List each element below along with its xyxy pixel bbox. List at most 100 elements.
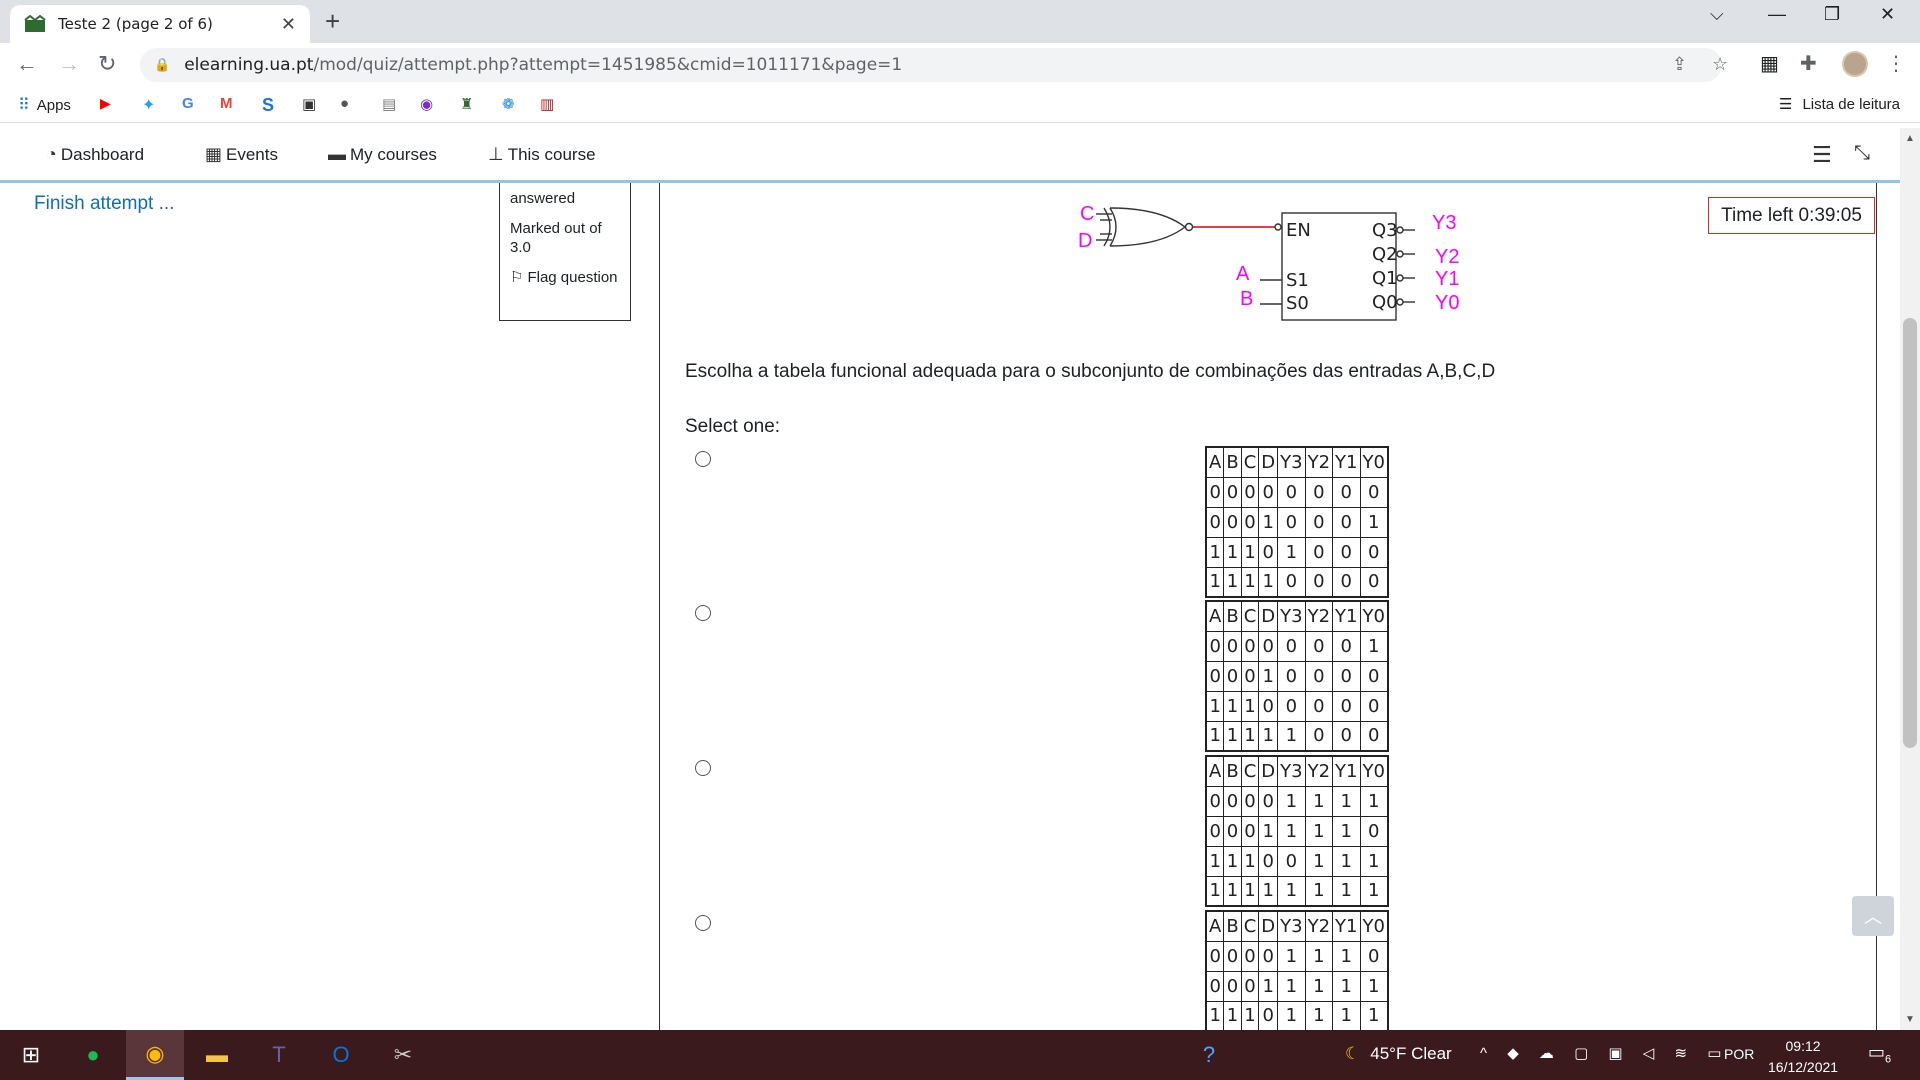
reload-icon[interactable]: ↻ (98, 51, 116, 77)
scroll-up-icon[interactable]: ▲ (1905, 133, 1915, 144)
extensions-puzzle-icon[interactable]: ✚ (1800, 51, 1817, 76)
truth-table-cell: 0 (1205, 506, 1225, 538)
nav-this-course[interactable]: ⊥ This course (488, 144, 596, 165)
truth-table-cell: 0 (1240, 506, 1260, 538)
option-radio-2[interactable] (695, 605, 711, 621)
truth-table-cell: 1 (1332, 970, 1361, 1002)
output-y1-label: Y1 (1435, 268, 1459, 290)
file-explorer-icon[interactable]: ▬ (188, 1030, 246, 1080)
truth-table-cell: 0 (1223, 970, 1242, 1002)
minimize-button[interactable]: — (1768, 4, 1786, 25)
tab-search-icon[interactable]: ⌵ (1710, 4, 1724, 25)
reading-list-button[interactable]: ☰ Lista de leitura (1779, 95, 1900, 114)
browser-tab[interactable]: Teste 2 (page 2 of 6) ✕ (10, 5, 310, 43)
back-arrow-icon[interactable]: ← (16, 51, 38, 77)
truth-table-cell: 0 (1277, 566, 1306, 598)
share-icon[interactable]: ⇪ (1672, 54, 1687, 75)
truth-table-cell: 0 (1240, 660, 1260, 692)
close-window-button[interactable]: ✕ (1880, 4, 1895, 25)
truth-table-row: 11100111 (1205, 845, 1389, 877)
scroll-down-icon[interactable]: ▼ (1905, 1014, 1915, 1025)
nav-dashboard[interactable]: ◔ Dashboard (46, 144, 144, 165)
block-q3-label: Q3 (1372, 220, 1398, 241)
twitter-bookmark-icon[interactable]: ✦ (142, 95, 155, 115)
option-radio-4[interactable] (695, 915, 711, 931)
moodle-bookmark-icon[interactable]: ♜ (460, 95, 473, 113)
new-tab-button[interactable]: + (325, 6, 340, 37)
truth-table-cell: 1 (1332, 845, 1361, 877)
option-radio-3[interactable] (695, 760, 711, 776)
scroll-to-top-button[interactable]: ︿ (1852, 896, 1894, 936)
notifications-icon[interactable]: ▭6 (1868, 1042, 1891, 1066)
page-scrollbar[interactable]: ▲ ▼ (1900, 128, 1920, 1030)
truth-table-header-cell: A (1205, 600, 1225, 632)
windows-start-icon[interactable]: ⊞ (2, 1030, 60, 1080)
output-y3-label: Y3 (1432, 212, 1456, 234)
snipping-tool-icon[interactable]: ✂ (374, 1030, 432, 1080)
circle-bookmark-icon[interactable]: ● (340, 95, 349, 112)
truth-table-cell: 1 (1205, 536, 1225, 568)
finish-attempt-link[interactable]: Finish attempt ... (34, 193, 174, 215)
truth-table-cell: 0 (1332, 720, 1361, 752)
truth-table-header-cell: Y1 (1332, 446, 1361, 478)
truth-table-row: 11110000 (1205, 566, 1389, 598)
truth-table-cell: 0 (1240, 785, 1260, 817)
truth-table-cell: 1 (1277, 875, 1306, 907)
input-language[interactable]: POR (1724, 1046, 1754, 1062)
question-status: answered (510, 190, 576, 207)
toggle-drawer-icon[interactable]: ☰ (1812, 142, 1832, 168)
truth-table-cell: 1 (1258, 875, 1279, 907)
spotify-icon[interactable]: ● (64, 1030, 122, 1080)
truth-table-cell: 1 (1205, 690, 1225, 722)
google-bookmark-icon[interactable]: G (182, 95, 194, 112)
system-tray-icons[interactable]: ^ ◆ ☁ ▢ ▣ ◁ ≋ ▭ (1480, 1044, 1729, 1062)
nav-events[interactable]: ▦ Events (205, 144, 278, 165)
truth-table-cell: 0 (1223, 630, 1242, 662)
system-clock[interactable]: 09:12 16/12/2021 (1768, 1036, 1838, 1078)
truth-table-cell: 1 (1223, 720, 1242, 752)
quiz-timer: Time left 0:39:05 (1708, 197, 1875, 234)
swirl-bookmark-icon[interactable]: ❁ (502, 95, 515, 113)
restore-button[interactable]: ❐ (1824, 4, 1840, 25)
profile-avatar[interactable] (1842, 51, 1868, 77)
truth-table-header-cell: Y3 (1277, 755, 1306, 787)
truth-table-row: 11101000 (1205, 536, 1389, 568)
flag-question-link[interactable]: ⚐ Flag question (510, 268, 620, 288)
teams-icon[interactable]: T (250, 1030, 308, 1080)
outlook-icon[interactable]: O (312, 1030, 370, 1080)
truth-table-cell: 1 (1258, 720, 1279, 752)
gmail-bookmark-icon[interactable]: M (220, 95, 233, 112)
forward-arrow-icon[interactable]: → (58, 51, 80, 77)
purple-bookmark-icon[interactable]: ◉ (420, 95, 433, 113)
scrollbar-thumb[interactable] (1903, 318, 1917, 748)
block-q0-label: Q0 (1372, 292, 1398, 313)
weather-widget[interactable]: ☾ 45°F Clear (1345, 1044, 1452, 1064)
close-tab-icon[interactable]: ✕ (281, 14, 296, 35)
truth-table-cell: 0 (1359, 720, 1389, 752)
help-icon[interactable]: ? (1180, 1030, 1238, 1080)
youtube-bookmark-icon[interactable]: ▶ (100, 95, 111, 112)
url-input[interactable]: 🔒 elearning.ua.pt/mod/quiz/attempt.php?a… (140, 48, 1728, 82)
paco-bookmark-icon[interactable]: ▥ (540, 95, 554, 113)
chrome-icon[interactable]: ◉ (126, 1030, 184, 1080)
truth-table-cell: 0 (1304, 476, 1334, 508)
bus-bookmark-icon[interactable]: ▣ (302, 95, 316, 113)
truth-table-cell: 0 (1359, 815, 1389, 847)
extension-grid-icon[interactable]: ▦ (1760, 51, 1779, 76)
nav-my-courses[interactable]: ▬ My courses (328, 144, 437, 165)
truth-table-row: 00001111 (1205, 785, 1389, 817)
truth-table-cell: 1 (1258, 970, 1279, 1002)
apps-bookmark[interactable]: ⠿ Apps (18, 95, 71, 115)
document-bookmark-icon[interactable]: ▤ (382, 95, 396, 113)
menu-kebab-icon[interactable]: ⋮ (1886, 51, 1906, 76)
truth-table-option-4: A B C D Y3 Y2 Y1 Y0 0 0 0 0 1 1 1 0 0 0 0 1 1 1 1 1 1 1 1 0 1 1 1 1 (1205, 910, 1389, 1032)
truth-table-header-cell: D (1258, 910, 1279, 942)
truth-table-header-cell: B (1223, 600, 1242, 632)
bookmark-star-icon[interactable]: ☆ (1712, 54, 1728, 75)
skype-bookmark-icon[interactable]: S (262, 95, 274, 116)
option-radio-1[interactable] (695, 451, 711, 467)
truth-table-cell: 0 (1223, 785, 1242, 817)
truth-table-cell: 1 (1223, 566, 1242, 598)
truth-table-cell: 0 (1223, 660, 1242, 692)
collapse-fullscreen-icon[interactable]: ⤡ (1854, 142, 1870, 165)
